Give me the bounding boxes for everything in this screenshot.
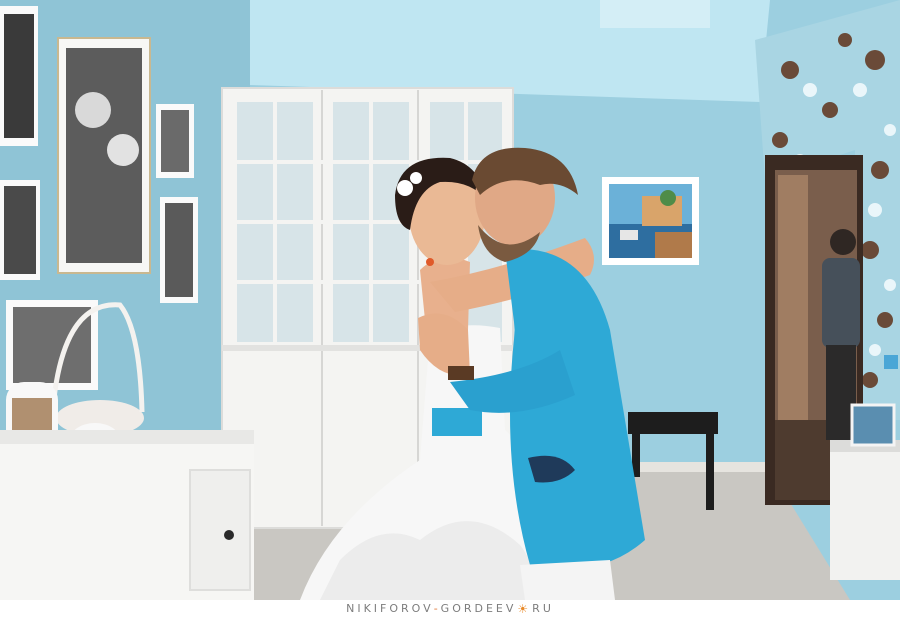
ceiling-light [600,0,710,28]
watermark-name-2: GORDEEV [440,602,517,615]
wedding-photo [0,0,900,600]
photographer-watermark: NIKIFOROV - GORDEEV ☀ RU [0,600,900,617]
watermark-name-1: NIKIFOROV [346,602,434,615]
white-dresser [0,430,254,600]
watermark-domain: RU [532,602,554,615]
watermark-dash: - [433,602,441,615]
seaside-painting [602,177,699,265]
sun-icon: ☀ [517,601,532,616]
